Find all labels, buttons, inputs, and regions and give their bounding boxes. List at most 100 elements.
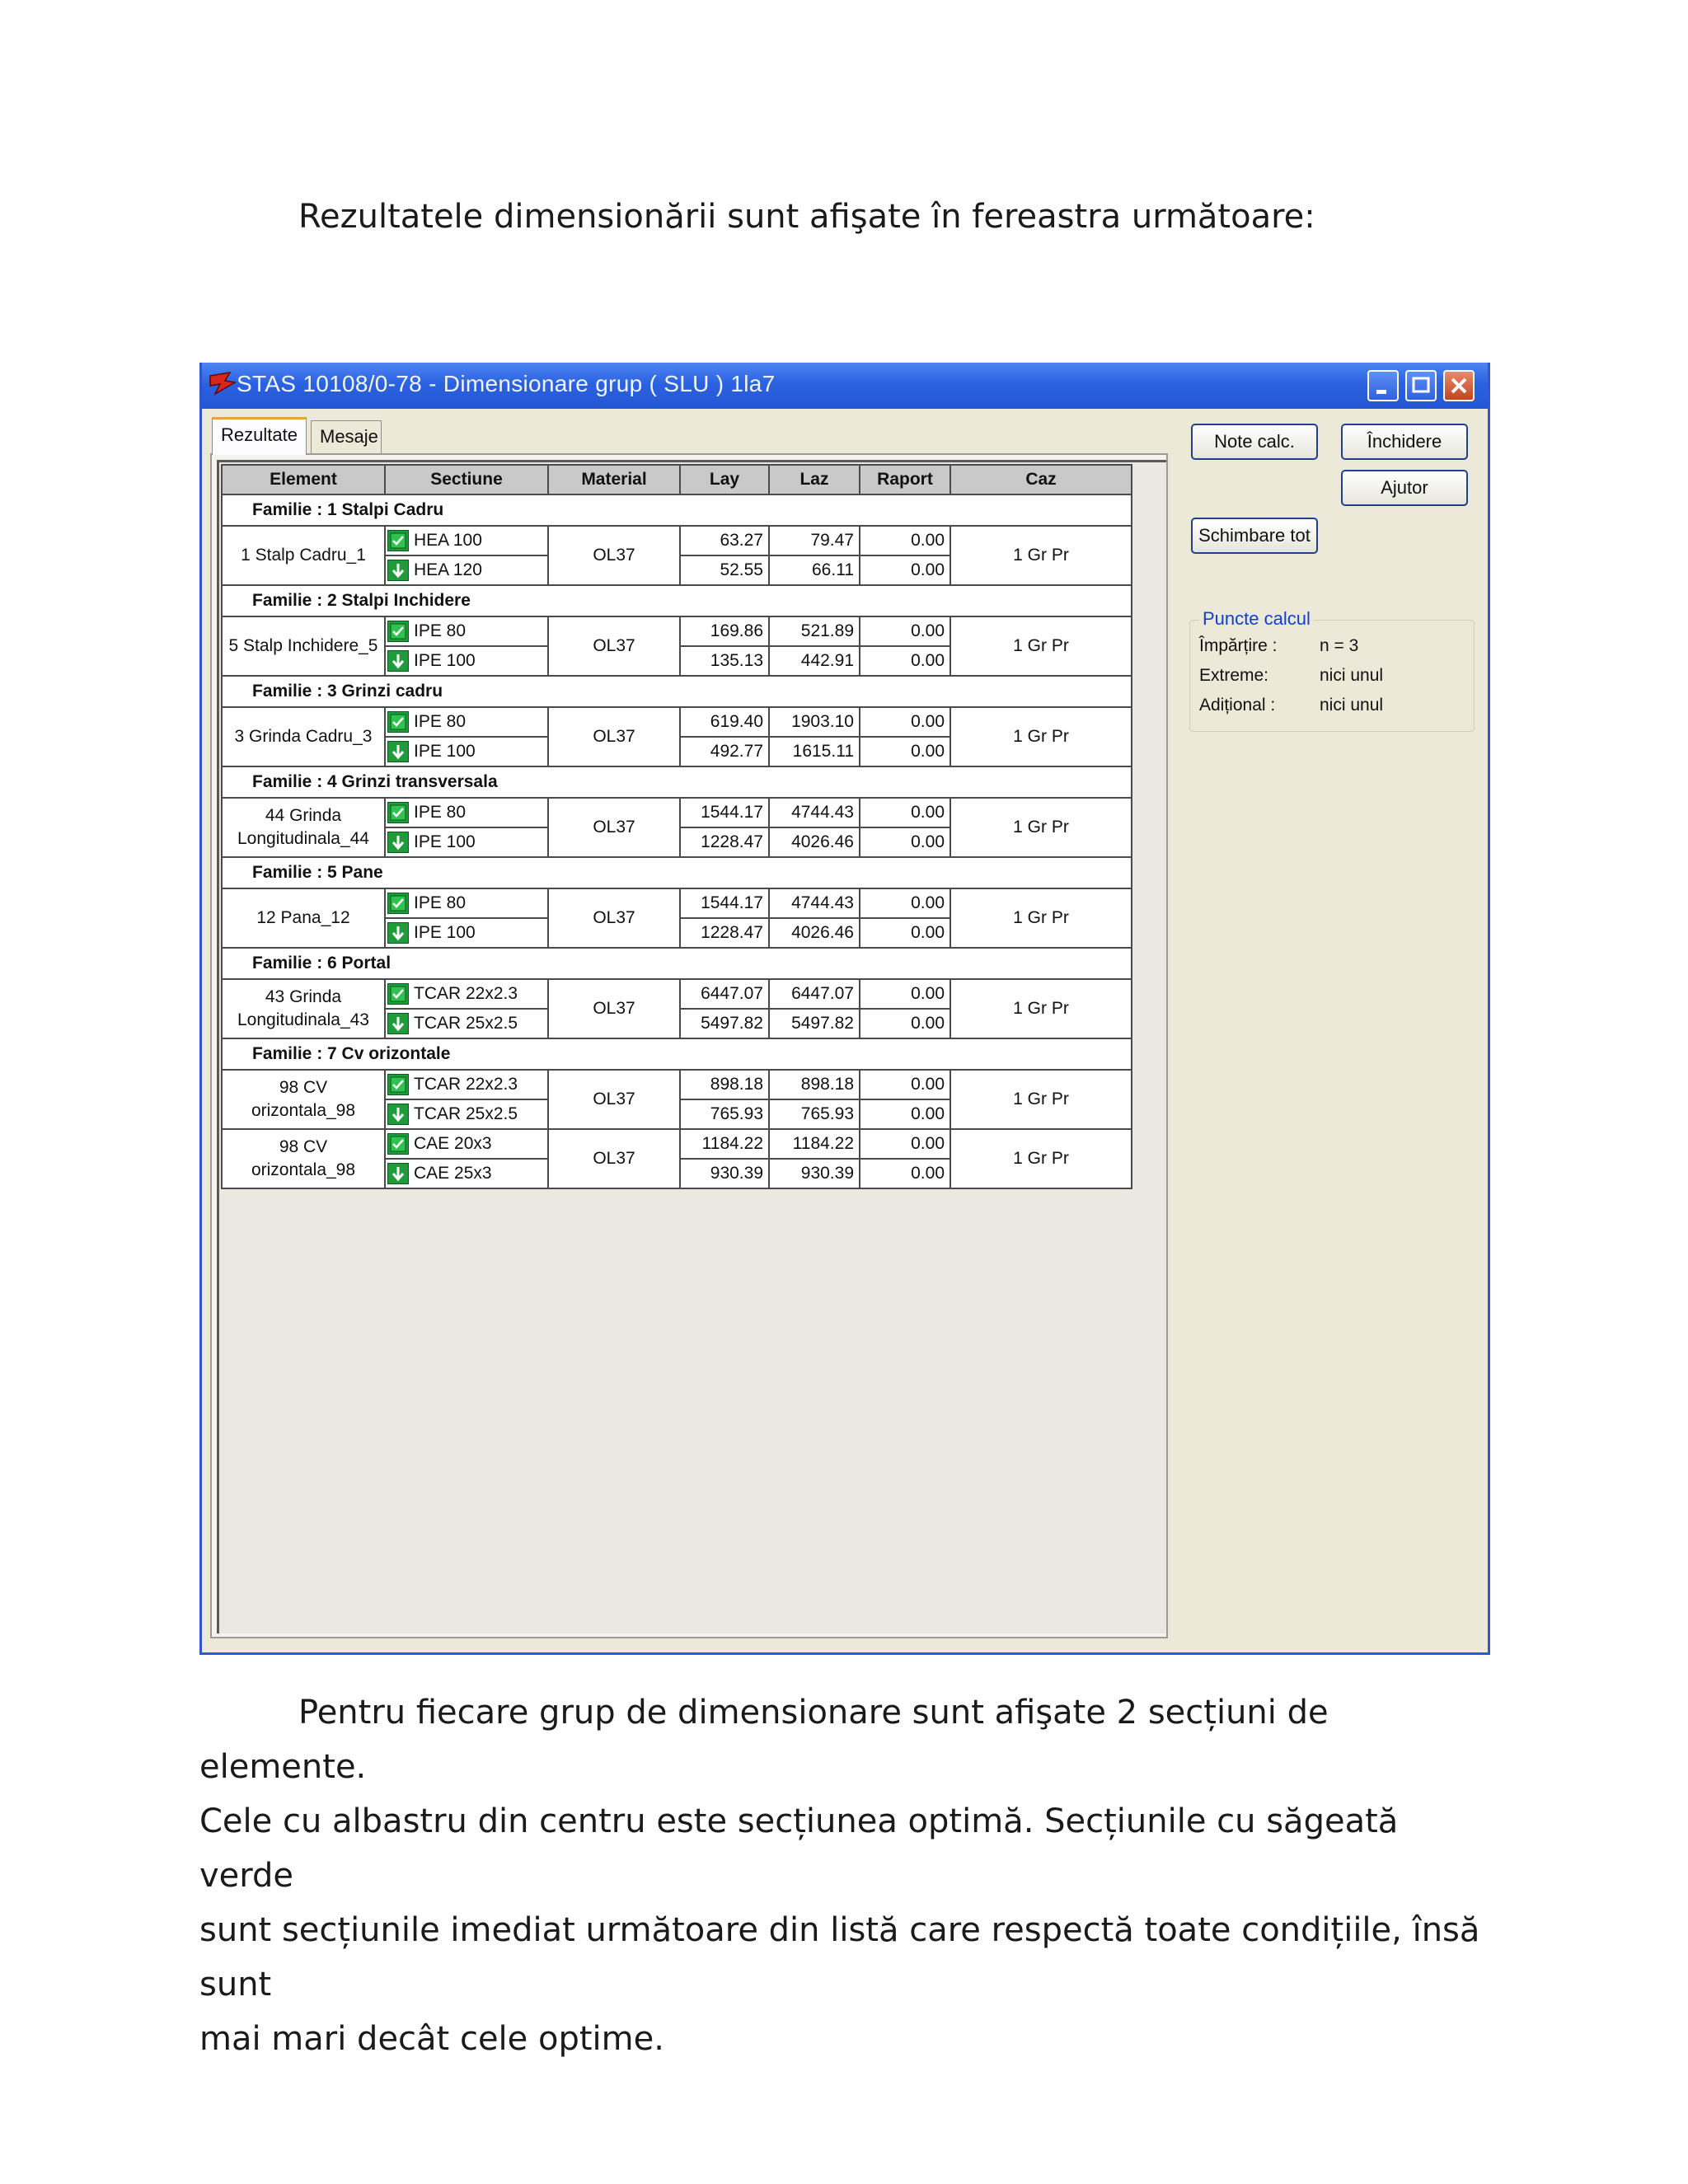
close-window-button[interactable]: [1443, 370, 1475, 401]
ajutor-button[interactable]: Ajutor: [1341, 470, 1468, 506]
section-cell[interactable]: HEA 100: [384, 525, 549, 556]
section-cell[interactable]: IPE 80: [384, 797, 549, 828]
section-cell[interactable]: CAE 20x3: [384, 1128, 549, 1160]
raport-cell: 0.00: [859, 1099, 951, 1130]
tab-mesaje[interactable]: Mesaje: [311, 420, 382, 453]
element-cell[interactable]: 44 Grinda Longitudinala_44: [221, 797, 386, 858]
section-name: TCAR 25x2.5: [414, 1014, 518, 1033]
section-cell[interactable]: IPE 100: [384, 736, 549, 767]
family-title: Familie : 6 Portal: [221, 947, 1132, 980]
section-cell[interactable]: IPE 80: [384, 616, 549, 647]
element-cell[interactable]: 3 Grinda Cadru_3: [221, 706, 386, 767]
table-row[interactable]: 1 Stalp Cadru_1 HEA 100 OL37 63.27 79.47 0.00…: [221, 525, 1132, 586]
table-row[interactable]: 12 Pana_12 IPE 80 OL37 1544.17 4744.43 0.00 1 …: [221, 888, 1132, 949]
lay-cell: 619.40: [679, 706, 770, 738]
tab-rezultate[interactable]: Rezultate: [212, 417, 307, 455]
section-name: CAE 20x3: [414, 1134, 492, 1153]
ok-status-icon: [387, 621, 409, 642]
section-cell[interactable]: IPE 100: [384, 645, 549, 677]
section-cell[interactable]: IPE 80: [384, 888, 549, 919]
laz-cell: 442.91: [768, 645, 860, 677]
section-cell[interactable]: IPE 100: [384, 827, 549, 858]
raport-cell: 0.00: [859, 1128, 951, 1160]
note-calc-button[interactable]: Note calc.: [1191, 424, 1318, 460]
arrow-down-icon: [392, 1108, 405, 1122]
next-section-icon: [387, 922, 409, 944]
element-cell[interactable]: 43 Grinda Longitudinala_43: [221, 978, 386, 1039]
minimize-button[interactable]: [1367, 370, 1399, 401]
laz-cell: 1184.22: [768, 1128, 860, 1160]
lay-cell: 1184.22: [679, 1128, 770, 1160]
family-title: Familie : 1 Stalpi Cadru: [221, 494, 1132, 527]
next-section-icon: [387, 1163, 409, 1184]
ok-icon: [390, 1076, 406, 1093]
table-row[interactable]: 98 CV orizontala_98 CAE 20x3 OL37 1184.22 11…: [221, 1128, 1132, 1189]
ok-icon: [390, 895, 406, 912]
table-row[interactable]: 98 CV orizontala_98 TCAR 22x2.3 OL37 898.18…: [221, 1069, 1132, 1130]
arrow-down-icon: [392, 926, 405, 941]
col-header-material[interactable]: Material: [547, 464, 681, 495]
element-cell[interactable]: 12 Pana_12: [221, 888, 386, 949]
element-cell[interactable]: 5 Stalp Inchidere_5: [221, 616, 386, 677]
element-cell[interactable]: 1 Stalp Cadru_1: [221, 525, 386, 586]
raport-cell: 0.00: [859, 555, 951, 586]
schimbare-tot-button[interactable]: Schimbare tot: [1191, 518, 1318, 554]
laz-cell: 4744.43: [768, 888, 860, 919]
arrow-down-icon: [392, 836, 405, 851]
element-cell[interactable]: 98 CV orizontala_98: [221, 1069, 386, 1130]
laz-cell: 5497.82: [768, 1008, 860, 1039]
caz-cell: 1 Gr Pr: [950, 978, 1132, 1039]
maximize-button[interactable]: [1405, 370, 1437, 401]
col-header-lay[interactable]: Lay: [679, 464, 770, 495]
minimize-icon: [1376, 390, 1386, 394]
calc-points-label: Adițional :: [1199, 696, 1276, 715]
table-row[interactable]: 44 Grinda Longitudinala_44 IPE 80 OL37 1544…: [221, 797, 1132, 858]
col-header-element[interactable]: Element: [221, 464, 386, 495]
ok-icon: [390, 804, 406, 821]
section-cell[interactable]: TCAR 25x2.5: [384, 1099, 549, 1130]
section-name: IPE 80: [414, 712, 467, 731]
raport-cell: 0.00: [859, 797, 951, 828]
col-header-laz[interactable]: Laz: [768, 464, 860, 495]
outro-line: sunt secțiunile imediat următoare din li…: [199, 1911, 1480, 2004]
lay-cell: 63.27: [679, 525, 770, 556]
col-header-raport[interactable]: Raport: [859, 464, 951, 495]
family-title: Familie : 2 Stalpi Inchidere: [221, 584, 1132, 617]
close-icon: [1451, 377, 1467, 394]
table-row[interactable]: 3 Grinda Cadru_3 IPE 80 OL37 619.40 1903.10 0…: [221, 706, 1132, 767]
laz-cell: 6447.07: [768, 978, 860, 1010]
family-row: Familie : 6 Portal: [221, 947, 1132, 980]
section-cell[interactable]: TCAR 22x2.3: [384, 1069, 549, 1100]
outro-paragraph: Pentru fiecare grup de dimensionare sunt…: [199, 1685, 1493, 2066]
arrow-down-icon: [392, 1017, 405, 1032]
inchidere-button[interactable]: Închidere: [1341, 424, 1468, 460]
section-name: IPE 100: [414, 923, 476, 942]
lay-cell: 1544.17: [679, 888, 770, 919]
caz-cell: 1 Gr Pr: [950, 1069, 1132, 1130]
col-header-sectiune[interactable]: Sectiune: [384, 464, 549, 495]
window-titlebar[interactable]: STAS 10108/0-78 - Dimensionare grup ( SL…: [202, 363, 1488, 409]
table-row[interactable]: 43 Grinda Longitudinala_43 TCAR 22x2.3 OL3…: [221, 978, 1132, 1039]
section-name: IPE 100: [414, 742, 476, 761]
table-row[interactable]: 5 Stalp Inchidere_5 IPE 80 OL37 169.86 521.8…: [221, 616, 1132, 677]
section-cell[interactable]: IPE 100: [384, 917, 549, 949]
col-header-caz[interactable]: Caz: [950, 464, 1132, 495]
next-section-icon: [387, 832, 409, 853]
lay-cell: 1544.17: [679, 797, 770, 828]
material-cell: OL37: [547, 1069, 681, 1130]
section-cell[interactable]: CAE 25x3: [384, 1158, 549, 1189]
section-cell[interactable]: TCAR 25x2.5: [384, 1008, 549, 1039]
section-name: IPE 80: [414, 893, 467, 912]
section-cell[interactable]: HEA 120: [384, 555, 549, 586]
calc-points-label: Extreme:: [1199, 666, 1269, 685]
family-title: Familie : 5 Pane: [221, 856, 1132, 889]
element-cell[interactable]: 98 CV orizontala_98: [221, 1128, 386, 1189]
lay-cell: 765.93: [679, 1099, 770, 1130]
section-name: IPE 80: [414, 803, 467, 822]
caz-cell: 1 Gr Pr: [950, 525, 1132, 586]
section-cell[interactable]: IPE 80: [384, 706, 549, 738]
caz-cell: 1 Gr Pr: [950, 706, 1132, 767]
section-cell[interactable]: TCAR 22x2.3: [384, 978, 549, 1010]
laz-cell: 79.47: [768, 525, 860, 556]
next-section-icon: [387, 1013, 409, 1034]
